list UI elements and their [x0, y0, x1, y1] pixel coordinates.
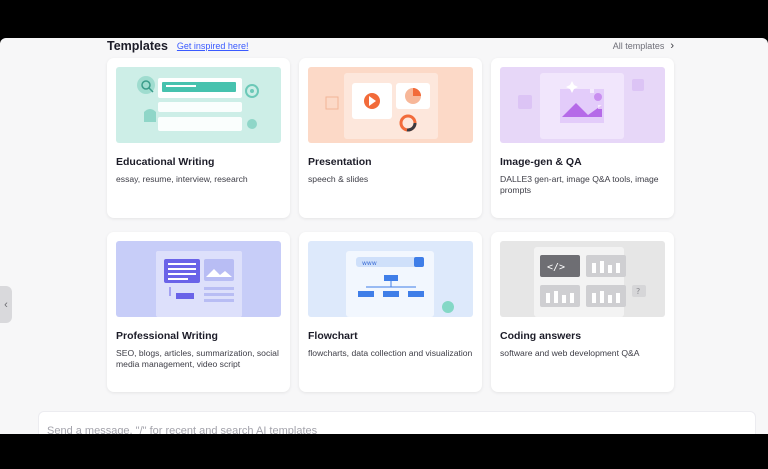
template-card-professional-writing[interactable]: Professional Writing SEO, blogs, article…: [107, 232, 290, 392]
card-title: Image-gen & QA: [500, 156, 582, 168]
all-templates-label: All templates: [612, 41, 665, 51]
message-input[interactable]: [47, 423, 727, 434]
card-description: flowcharts, data collection and visualiz…: [308, 348, 473, 358]
card-title: Professional Writing: [116, 330, 218, 342]
card-description: essay, resume, interview, research: [116, 174, 248, 184]
template-card-flowchart[interactable]: www Flowchart flowcharts, data collectio…: [299, 232, 482, 392]
card-title: Educational Writing: [116, 156, 215, 168]
image-gen-thumbnail: [500, 67, 665, 143]
svg-text:</>: </>: [547, 262, 565, 273]
card-description: speech & slides: [308, 174, 369, 184]
card-title: Flowchart: [308, 330, 358, 342]
card-description: DALLE3 gen-art, image Q&A tools, image p…: [500, 174, 659, 195]
card-description: SEO, blogs, articles, summarization, soc…: [116, 348, 279, 369]
message-input-container: [38, 411, 756, 434]
sidebar-toggle[interactable]: ‹: [0, 286, 12, 323]
educational-writing-thumbnail: [116, 67, 281, 143]
presentation-thumbnail: [308, 67, 473, 143]
app-window: ‹ Templates Get inspired here! All templ…: [0, 38, 768, 434]
svg-text:?: ?: [636, 287, 640, 296]
templates-header: Templates Get inspired here! All templat…: [107, 38, 674, 54]
coding-illustration: </> ?: [534, 247, 646, 317]
template-card-image-gen[interactable]: Image-gen & QA DALLE3 gen-art, image Q&A…: [491, 58, 674, 218]
professional-writing-illustration: [156, 251, 242, 317]
all-templates-link[interactable]: All templates ›: [613, 40, 674, 52]
get-inspired-link[interactable]: Get inspired here!: [177, 41, 249, 51]
svg-text:www: www: [362, 260, 377, 267]
section-title: Templates: [107, 39, 168, 53]
flowchart-thumbnail: www: [308, 241, 473, 317]
presentation-illustration: [325, 73, 438, 139]
card-description: software and web development Q&A: [500, 348, 640, 358]
educational-writing-illustration: [137, 76, 259, 131]
chevron-right-icon: ›: [670, 40, 674, 52]
chevron-left-icon: ‹: [4, 298, 8, 311]
image-gen-illustration: [518, 73, 644, 139]
coding-thumbnail: </> ?: [500, 241, 665, 317]
flowchart-illustration: www: [346, 251, 454, 317]
professional-writing-thumbnail: [116, 241, 281, 317]
template-card-presentation[interactable]: Presentation speech & slides: [299, 58, 482, 218]
card-title: Coding answers: [500, 330, 582, 342]
card-title: Presentation: [308, 156, 372, 168]
template-card-coding-answers[interactable]: </> ? Coding answers software and web de…: [491, 232, 674, 392]
template-card-educational-writing[interactable]: Educational Writing essay, resume, inter…: [107, 58, 290, 218]
